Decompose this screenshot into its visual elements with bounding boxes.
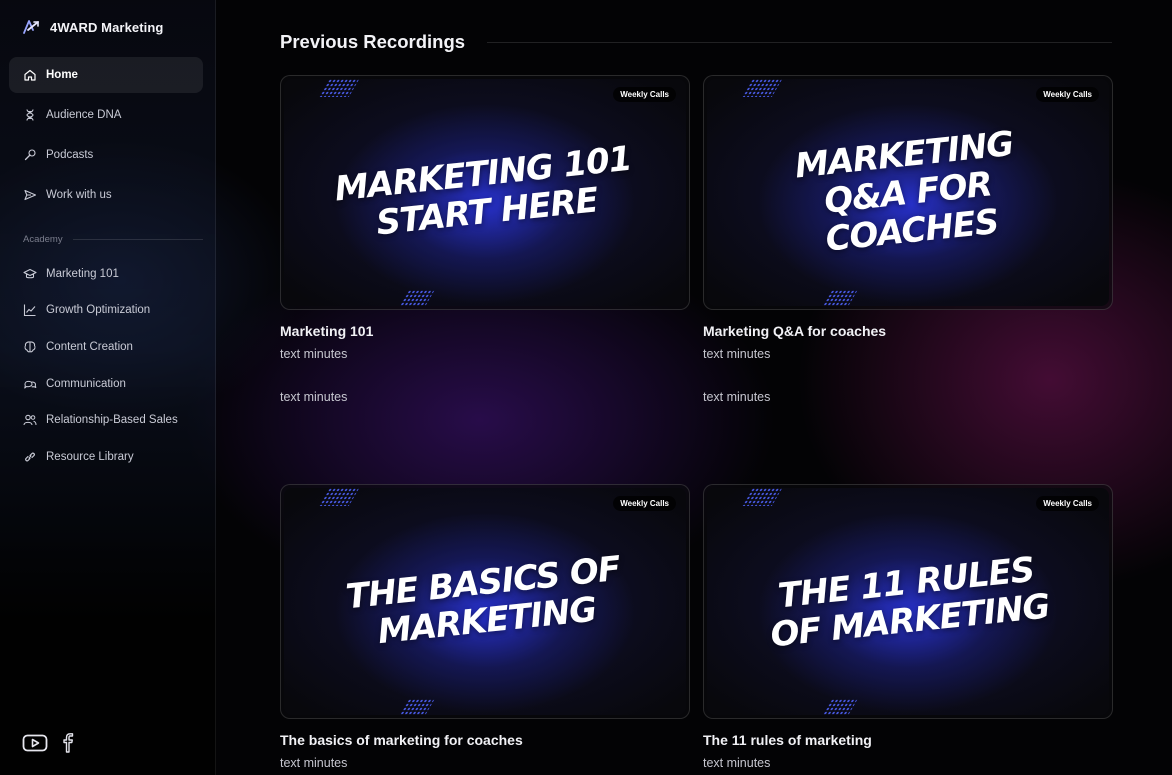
recording-thumbnail[interactable]: Weekly Calls Marketing 101 Start Here <box>280 75 690 310</box>
nav-item-label: Communication <box>46 377 126 390</box>
users-icon <box>23 414 37 426</box>
recording-thumbnail[interactable]: Weekly Calls The Basics of Marketing <box>280 484 690 719</box>
recording-duration: text minutes <box>280 347 348 361</box>
page-title: Previous Recordings <box>280 31 466 52</box>
nav-item-resource-library[interactable]: Resource Library <box>9 440 203 473</box>
dot-pattern <box>318 79 360 97</box>
academy-nav: Marketing 101 Growth Optimization Conten… <box>9 257 203 477</box>
nav-item-relationship-based-sales[interactable]: Relationship-Based Sales <box>9 404 203 437</box>
nav-item-growth-optimization[interactable]: Growth Optimization <box>9 294 203 327</box>
recording-title[interactable]: Marketing Q&A for coaches <box>703 323 1113 339</box>
nav-item-marketing-101[interactable]: Marketing 101 <box>9 257 203 290</box>
home-icon <box>24 69 36 81</box>
dot-pattern <box>399 699 435 715</box>
thumbnail-title: Marketing Q&A for Coaches <box>792 123 1016 260</box>
nav-item-label: Audience DNA <box>46 109 122 121</box>
recording-card[interactable]: Weekly Calls Marketing 101 Start Here Ma… <box>280 75 690 404</box>
category-badge: Weekly Calls <box>613 87 676 102</box>
category-badge: Weekly Calls <box>1036 496 1099 511</box>
brand-logo-icon <box>23 20 39 34</box>
recording-thumbnail[interactable]: Weekly Calls Marketing Q&A for Coaches <box>703 75 1113 310</box>
recording-duration: text minutes <box>703 756 771 770</box>
nav-item-label: Content Creation <box>46 340 133 353</box>
nav-item-label: Growth Optimization <box>46 304 151 317</box>
graduation-cap-icon <box>23 268 37 278</box>
dot-pattern <box>399 290 435 306</box>
nav-item-audience-dna[interactable]: Audience DNA <box>9 97 203 133</box>
academy-section-label: Academy <box>23 234 203 245</box>
recording-duration: text minutes <box>703 390 771 404</box>
recording-card[interactable]: Weekly Calls Marketing Q&A for Coaches M… <box>703 75 1113 404</box>
dot-pattern <box>822 699 858 715</box>
section-header: Previous Recordings <box>280 30 1112 54</box>
nav-item-communication[interactable]: Communication <box>9 367 203 400</box>
recording-title[interactable]: Marketing 101 <box>280 323 690 339</box>
app-window: 4WARD Marketing Home Audience DNA Podcas… <box>0 0 1172 775</box>
thumbnail-title: The Basics of Marketing <box>344 548 622 652</box>
nav-item-podcasts[interactable]: Podcasts <box>9 137 203 173</box>
main-content: Previous Recordings Weekly Calls Marketi… <box>216 0 1172 775</box>
dot-pattern <box>741 79 783 97</box>
category-badge: Weekly Calls <box>613 496 676 511</box>
brand[interactable]: 4WARD Marketing <box>22 17 163 37</box>
main-nav: Home Audience DNA Podcasts Work with us <box>9 57 203 217</box>
dot-pattern <box>318 488 360 506</box>
recording-duration: text minutes <box>703 347 771 361</box>
divider <box>72 239 203 240</box>
sidebar: 4WARD Marketing Home Audience DNA Podcas… <box>0 0 216 775</box>
thumbnail-title: The 11 Rules of Marketing <box>768 549 1052 655</box>
nav-item-label: Podcasts <box>46 149 94 161</box>
nav-item-home[interactable]: Home <box>9 57 203 93</box>
brand-name: 4WARD Marketing <box>50 19 164 35</box>
dot-pattern <box>741 488 783 506</box>
youtube-icon[interactable] <box>22 733 48 753</box>
recording-thumbnail[interactable]: Weekly Calls The 11 Rules of Marketing <box>703 484 1113 719</box>
brain-icon <box>24 341 36 353</box>
recording-duration: text minutes <box>280 390 348 404</box>
recording-card[interactable]: Weekly Calls The Basics of Marketing The… <box>280 484 690 770</box>
nav-item-work-with-us[interactable]: Work with us <box>9 177 203 213</box>
nav-item-label: Marketing 101 <box>46 267 119 280</box>
nav-item-label: Home <box>46 69 78 81</box>
recording-card[interactable]: Weekly Calls The 11 Rules of Marketing T… <box>703 484 1113 770</box>
social-links <box>22 733 74 753</box>
trend-chart-icon <box>23 304 36 317</box>
link-icon <box>25 452 35 462</box>
recording-title[interactable]: The 11 rules of marketing <box>703 732 1113 748</box>
chat-bubbles-icon <box>24 380 37 389</box>
nav-item-label: Resource Library <box>46 450 134 463</box>
nav-item-content-creation[interactable]: Content Creation <box>9 330 203 363</box>
recording-duration: text minutes <box>280 756 348 770</box>
divider <box>487 41 1112 43</box>
send-icon <box>24 189 37 201</box>
dna-icon <box>26 109 34 121</box>
microphone-icon <box>24 149 36 161</box>
dot-pattern <box>822 290 858 306</box>
nav-item-label: Work with us <box>46 189 112 201</box>
recording-title[interactable]: The basics of marketing for coaches <box>280 732 690 748</box>
nav-item-label: Relationship-Based Sales <box>46 414 178 427</box>
category-badge: Weekly Calls <box>1036 87 1099 102</box>
thumbnail-title: Marketing 101 Start Here <box>332 138 634 243</box>
facebook-icon[interactable] <box>62 733 74 753</box>
